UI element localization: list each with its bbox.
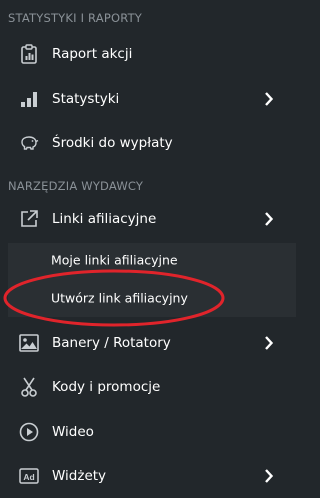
- nav-label-raport-akcji: Raport akcji: [52, 46, 133, 62]
- nav-label-wideo: Wideo: [52, 424, 94, 440]
- nav-item-linki-afiliacyjne[interactable]: Linki afiliacyjne: [0, 198, 296, 240]
- chevron-right-icon: [262, 212, 274, 226]
- nav-item-banery-rotatory[interactable]: Banery / Rotatory: [0, 322, 296, 364]
- piggy-bank-icon: [19, 133, 39, 153]
- svg-text:Ad: Ad: [23, 472, 34, 482]
- submenu-item-moje-linki[interactable]: Moje linki afiliacyjne: [8, 242, 296, 278]
- nav-label-statystyki: Statystyki: [52, 91, 120, 107]
- nav-item-wideo[interactable]: Wideo: [0, 411, 296, 453]
- scissors-icon: [19, 377, 39, 397]
- nav-item-kody-promocje[interactable]: Kody i promocje: [0, 366, 296, 408]
- play-circle-icon: [19, 422, 39, 442]
- nav-item-srodki[interactable]: Środki do wypłaty: [0, 122, 296, 164]
- submenu-label-utworz-link: Utwórz link afiliacyjny: [51, 290, 188, 306]
- chevron-right-icon: [262, 92, 274, 106]
- chevron-right-icon: [262, 469, 274, 483]
- chevron-right-icon: [262, 336, 274, 350]
- clipboard-icon: [19, 44, 39, 64]
- nav-label-srodki: Środki do wypłaty: [52, 135, 173, 151]
- image-icon: [19, 333, 39, 353]
- submenu-item-utworz-link[interactable]: Utwórz link afiliacyjny: [8, 280, 296, 316]
- section-header-publisher-tools: NARZĘDZIA WYDAWCY: [8, 179, 144, 193]
- section-header-reports: STATYSTYKI I RAPORTY: [8, 11, 143, 25]
- nav-label-banery-rotatory: Banery / Rotatory: [52, 335, 171, 351]
- ad-icon: Ad: [19, 466, 39, 486]
- bar-chart-icon: [19, 89, 39, 109]
- nav-label-linki-afiliacyjne: Linki afiliacyjne: [52, 211, 157, 227]
- nav-label-kody-promocje: Kody i promocje: [52, 379, 161, 395]
- nav-label-widzety: Widżety: [52, 468, 107, 484]
- submenu-label-moje-linki: Moje linki afiliacyjne: [51, 252, 178, 268]
- sidebar-nav: STATYSTYKI I RAPORTY Raport akcji Statys…: [0, 0, 296, 498]
- nav-item-widzety[interactable]: Ad Widżety: [0, 455, 296, 497]
- nav-item-statystyki[interactable]: Statystyki: [0, 78, 296, 120]
- external-link-icon: [19, 209, 39, 229]
- nav-item-raport-akcji[interactable]: Raport akcji: [0, 33, 296, 75]
